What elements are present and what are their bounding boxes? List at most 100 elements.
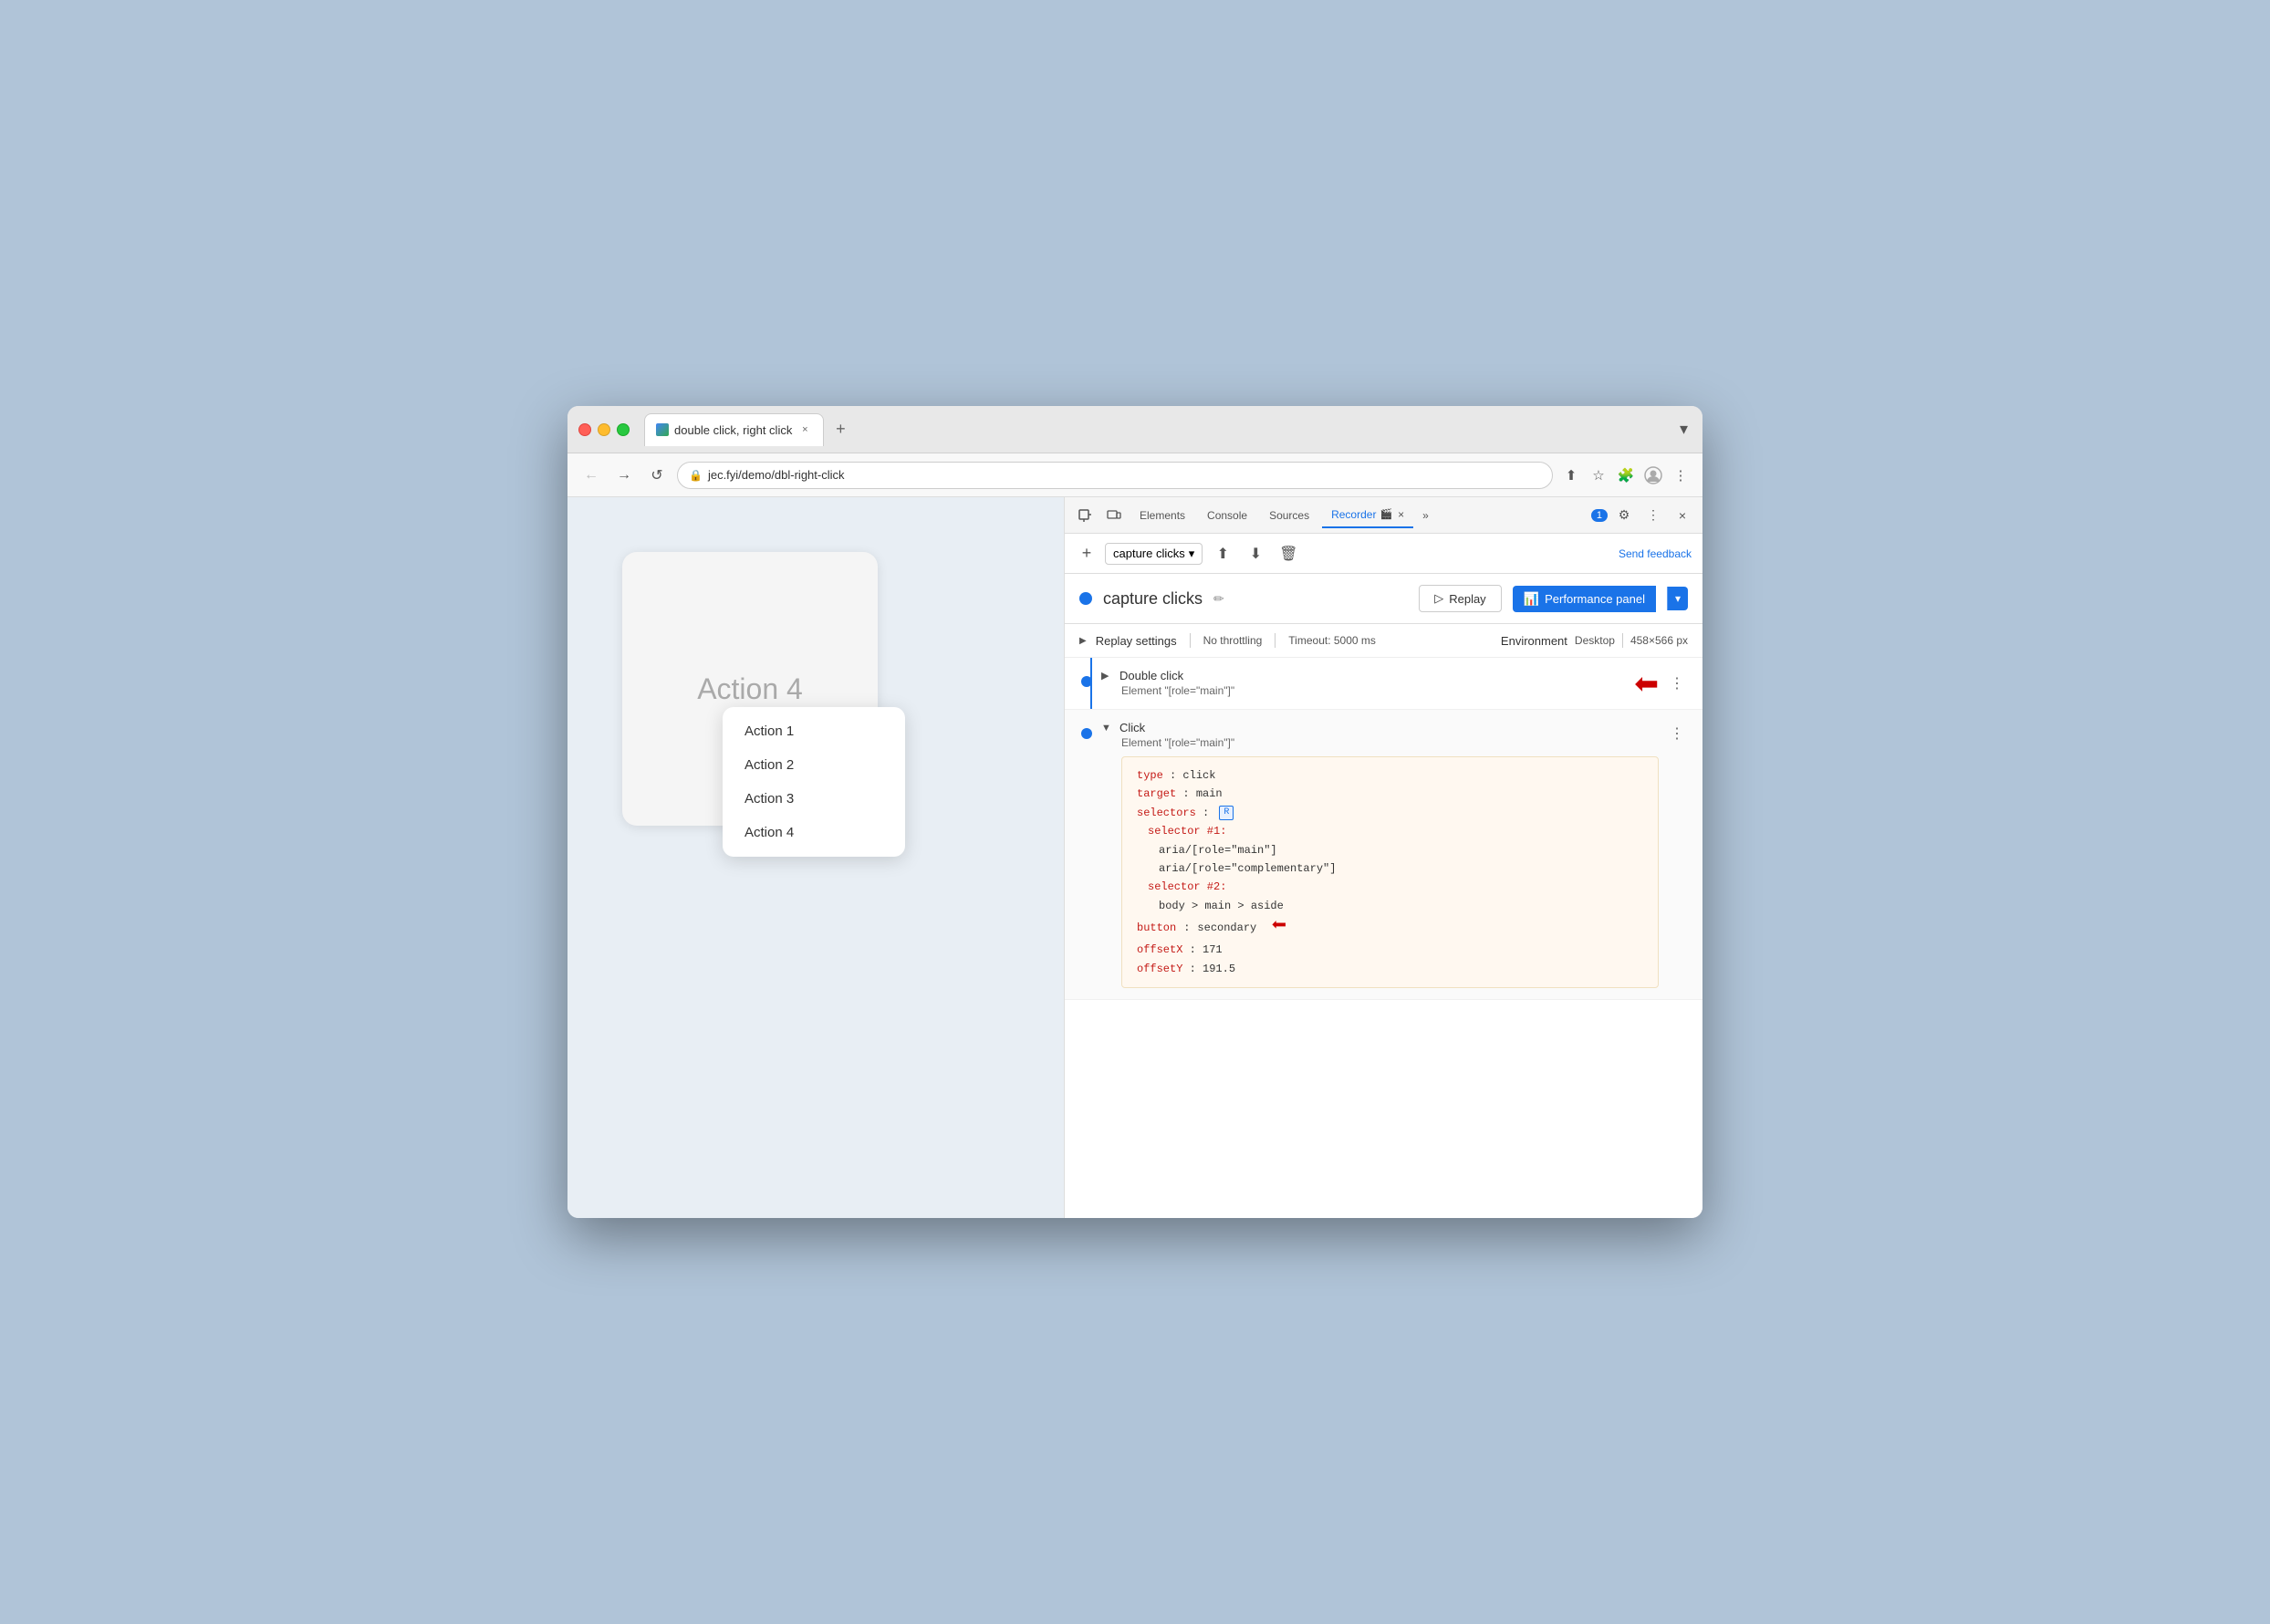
maximize-window-button[interactable] <box>617 423 630 436</box>
inspect-element-button[interactable] <box>1072 503 1098 528</box>
settings-triangle-icon: ▶ <box>1079 636 1087 646</box>
add-recording-button[interactable]: + <box>1076 543 1098 565</box>
code-selector2-key: selector #2: <box>1148 880 1226 893</box>
tab-favicon-icon <box>656 423 669 436</box>
minimize-window-button[interactable] <box>598 423 610 436</box>
perf-icon: 📊 <box>1524 591 1539 607</box>
devtools-more-button[interactable]: ⋮ <box>1640 503 1666 528</box>
step2-toggle-icon: ▼ <box>1101 723 1112 734</box>
recorder-tab-close[interactable]: × <box>1398 508 1404 521</box>
console-badge: 1 <box>1591 509 1608 522</box>
env-divider <box>1622 633 1623 648</box>
url-text: jec.fyi/demo/dbl-right-click <box>708 468 845 482</box>
code-target-val: main <box>1196 787 1223 800</box>
step1-subtitle: Element "[role="main"]" <box>1121 684 1627 697</box>
menu-item-action3[interactable]: Action 3 <box>723 782 905 816</box>
active-tab[interactable]: double click, right click × <box>644 413 824 446</box>
tab-console[interactable]: Console <box>1198 503 1256 528</box>
performance-panel-button[interactable]: 📊 Performance panel <box>1513 586 1656 612</box>
send-feedback-link[interactable]: Send feedback <box>1619 547 1692 560</box>
browser-menu-button[interactable]: ⋮ <box>1670 464 1692 486</box>
address-input[interactable]: 🔒 jec.fyi/demo/dbl-right-click <box>677 462 1553 489</box>
performance-panel-dropdown[interactable]: ▾ <box>1667 587 1688 610</box>
code-button-key: button <box>1137 919 1176 937</box>
step1-header[interactable]: ▶ Double click <box>1101 669 1627 682</box>
sources-tab-label: Sources <box>1269 509 1309 522</box>
title-bar: double click, right click × + ▾ <box>568 406 1702 453</box>
reload-button[interactable]: ↺ <box>644 463 670 488</box>
step2-arrow-icon: ⬅ <box>1271 915 1286 941</box>
step1-more-button[interactable]: ⋮ <box>1666 674 1688 692</box>
settings-divider <box>1190 633 1191 648</box>
tab-recorder[interactable]: Recorder 🎬 × <box>1322 503 1413 528</box>
step1-toggle-icon: ▶ <box>1101 670 1112 682</box>
step1-content: ▶ Double click Element "[role="main"]" <box>1101 669 1627 697</box>
settings-button[interactable]: ⚙ <box>1611 503 1637 528</box>
devtools-panel: Elements Console Sources Recorder 🎬 × » … <box>1064 497 1702 1218</box>
recording-name: capture clicks <box>1113 547 1185 560</box>
new-tab-button[interactable]: + <box>828 417 853 442</box>
forward-button[interactable]: → <box>611 463 637 488</box>
code-selectors-line: selectors : R <box>1137 804 1643 822</box>
code-aria2-val: aria/[role="complementary"] <box>1159 862 1336 875</box>
code-offsetx-val: 171 <box>1203 943 1223 956</box>
timeout-text: Timeout: 5000 ms <box>1288 634 1376 647</box>
code-selector1-key: selector #1: <box>1148 825 1226 838</box>
code-offsety-key: offsetY <box>1137 963 1182 975</box>
back-button[interactable]: ← <box>578 463 604 488</box>
big-card-text: Action 4 <box>697 672 803 706</box>
code-type-val: click <box>1182 769 1215 782</box>
tab-sources[interactable]: Sources <box>1260 503 1318 528</box>
console-tab-label: Console <box>1207 509 1247 522</box>
devtools-tabs-bar: Elements Console Sources Recorder 🎬 × » … <box>1065 497 1702 534</box>
step2-header[interactable]: ▼ Click <box>1101 721 1659 734</box>
code-offsety-line: offsetY : 191.5 <box>1137 960 1643 978</box>
browser-window: double click, right click × + ▾ ← → ↺ 🔒 … <box>568 406 1702 1218</box>
play-icon: ▷ <box>1434 591 1443 606</box>
step2-more-button[interactable]: ⋮ <box>1666 724 1688 743</box>
steps-area[interactable]: ▶ Double click Element "[role="main"]" ⬅… <box>1065 658 1702 1218</box>
close-window-button[interactable] <box>578 423 591 436</box>
account-icon[interactable] <box>1642 464 1664 486</box>
bookmark-icon[interactable]: ☆ <box>1588 464 1609 486</box>
code-selector1-line: selector #1: <box>1137 822 1643 840</box>
edit-title-icon[interactable]: ✏ <box>1213 591 1224 607</box>
tab-elements[interactable]: Elements <box>1130 503 1194 528</box>
window-menu-button[interactable]: ▾ <box>1676 416 1692 442</box>
code-aria2-line: aria/[role="complementary"] <box>1137 859 1643 878</box>
devtools-close-button[interactable]: × <box>1670 503 1695 528</box>
step-click: ▼ Click Element "[role="main"]" type : c… <box>1065 710 1702 1000</box>
menu-item-action1[interactable]: Action 1 <box>723 714 905 748</box>
extension-icon[interactable]: 🧩 <box>1615 464 1637 486</box>
steps-timeline: ▶ Double click Element "[role="main"]" ⬅… <box>1065 658 1702 1000</box>
menu-item-action2[interactable]: Action 2 <box>723 748 905 782</box>
main-area: Action 4 Action 1 Action 2 Action 3 Acti… <box>568 497 1702 1218</box>
code-type-key: type <box>1137 769 1163 782</box>
replay-button[interactable]: ▷ Replay <box>1419 585 1501 612</box>
desktop-text: Desktop <box>1575 634 1615 647</box>
traffic-lights <box>578 423 630 436</box>
code-offsety-val: 191.5 <box>1203 963 1235 975</box>
replay-settings-label[interactable]: Replay settings <box>1096 634 1177 648</box>
export-button[interactable]: ⬆ <box>1210 541 1235 567</box>
settings-divider2 <box>1275 633 1276 648</box>
step2-content: ▼ Click Element "[role="main"]" type : c… <box>1101 721 1659 988</box>
recorder-icon: R <box>1219 806 1234 820</box>
selector-chevron-icon: ▾ <box>1189 547 1195 561</box>
step2-subtitle: Element "[role="main"]" <box>1121 736 1659 749</box>
delete-recording-button[interactable]: 🗑 <box>1276 541 1301 567</box>
device-toolbar-button[interactable] <box>1101 503 1127 528</box>
recording-selector[interactable]: capture clicks ▾ <box>1105 543 1203 565</box>
recording-header: capture clicks ✏ ▷ Replay 📊 Performance … <box>1065 574 1702 624</box>
code-offsetx-colon: : <box>1190 943 1203 956</box>
dimensions-text: 458×566 px <box>1630 634 1688 647</box>
share-icon[interactable]: ⬆ <box>1560 464 1582 486</box>
code-type-line: type : click <box>1137 766 1643 785</box>
import-button[interactable]: ⬇ <box>1243 541 1268 567</box>
code-button-colon: : <box>1183 919 1190 937</box>
step1-dot <box>1081 676 1092 687</box>
menu-item-action4[interactable]: Action 4 <box>723 816 905 849</box>
more-tabs-button[interactable]: » <box>1417 505 1434 526</box>
step1-actions: ⬅ ⋮ <box>1634 669 1688 698</box>
tab-close-button[interactable]: × <box>797 422 812 437</box>
